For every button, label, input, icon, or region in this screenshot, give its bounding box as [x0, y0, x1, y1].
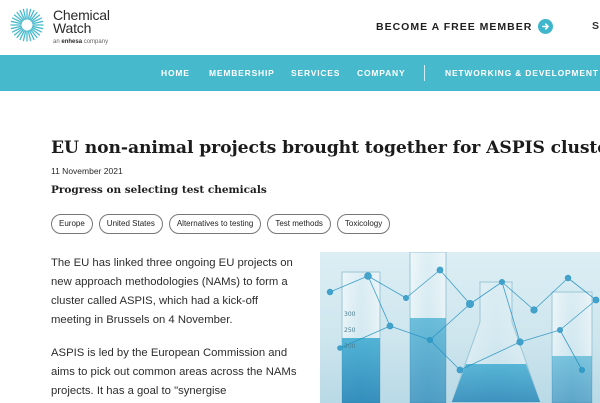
article-title: EU non-animal projects brought together …: [51, 138, 600, 158]
header-cut-off-link[interactable]: S: [592, 20, 599, 32]
article-subtitle: Progress on selecting test chemicals: [51, 184, 267, 196]
brand-name-line2: Watch: [53, 20, 92, 36]
main-navigation: HOME MEMBERSHIP SERVICES COMPANY NETWORK…: [0, 55, 600, 91]
lab-glassware-image: 300 250 200: [320, 252, 600, 403]
tag-alternatives-to-testing[interactable]: Alternatives to testing: [168, 214, 262, 234]
sunburst-logo-icon[interactable]: [10, 8, 44, 42]
tagline-prefix: an: [53, 39, 60, 45]
arrow-right-circle-icon: [538, 19, 554, 34]
article-paragraph-1: The EU has linked three ongoing EU proje…: [51, 257, 293, 326]
nav-company[interactable]: COMPANY: [357, 68, 405, 78]
become-member-button[interactable]: BECOME A FREE MEMBER: [376, 19, 554, 34]
image-mark-250: 250: [344, 327, 356, 334]
tagline-suffix: company: [83, 39, 109, 45]
tagline-brand: enhesa: [61, 39, 83, 45]
top-header: Chemical Watch an enhesa company BECOME …: [0, 0, 600, 55]
brand-logo-text[interactable]: Chemical Watch an enhesa company: [53, 8, 110, 45]
article-paragraph-2: ASPIS is led by the European Commission …: [51, 347, 297, 397]
tag-test-methods[interactable]: Test methods: [267, 214, 331, 234]
nav-divider: [424, 65, 425, 81]
nav-services[interactable]: SERVICES: [291, 68, 340, 78]
image-mark-300: 300: [344, 311, 356, 318]
topic-tags: Europe United States Alternatives to tes…: [51, 214, 391, 234]
brand-tagline: an enhesa company: [53, 39, 110, 45]
nav-membership[interactable]: MEMBERSHIP: [209, 68, 275, 78]
become-member-label: BECOME A FREE MEMBER: [376, 20, 533, 33]
article-date: 11 November 2021: [51, 166, 123, 176]
tag-united-states[interactable]: United States: [98, 214, 163, 234]
tag-europe[interactable]: Europe: [51, 214, 93, 234]
nav-networking-development[interactable]: NETWORKING & DEVELOPMENT: [445, 68, 599, 78]
tag-toxicology[interactable]: Toxicology: [336, 214, 391, 234]
image-mark-200: 200: [344, 343, 356, 350]
article-hero-image: 300 250 200: [320, 252, 600, 403]
nav-home[interactable]: HOME: [161, 68, 190, 78]
